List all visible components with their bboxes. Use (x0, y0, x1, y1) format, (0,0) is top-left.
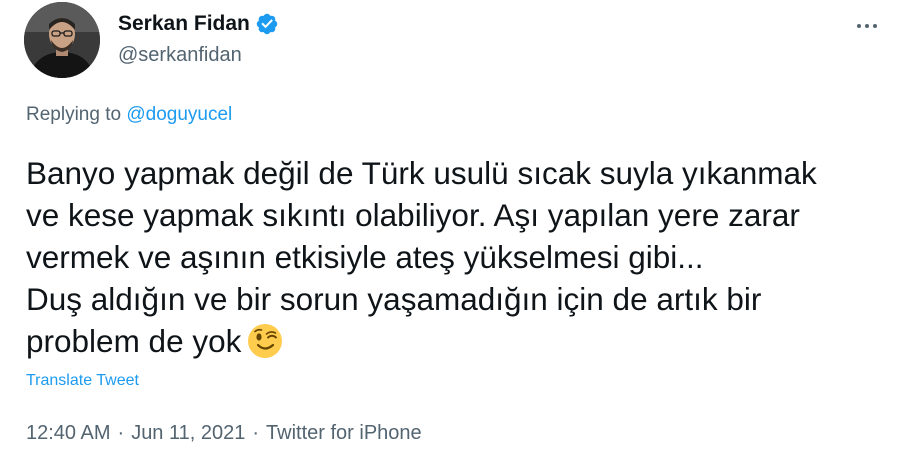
meta-separator: · (117, 422, 125, 444)
tweet-time[interactable]: 12:40 AM (26, 422, 111, 445)
author-name-row: Serkan Fidan (118, 10, 279, 38)
tweet-text-last-line: problem de yok (26, 320, 892, 362)
tweet-text-line: vermek ve aşının etkisiyle ateş yükselme… (26, 239, 704, 275)
tweet-text-line: problem de yok (26, 323, 242, 359)
avatar-photo (24, 2, 100, 78)
winking-face-emoji-icon (247, 323, 283, 359)
meta-separator: · (252, 422, 260, 444)
translate-tweet-link[interactable]: Translate Tweet (26, 372, 139, 390)
tweet-text-line: Banyo yapmak değil de Türk usulü sıcak s… (26, 155, 817, 191)
tweet-text-line: Duş aldığın ve bir sorun yaşamadığın içi… (26, 281, 762, 317)
verified-badge-icon (255, 12, 279, 36)
replying-to: Replying to @doguyucel (26, 104, 232, 126)
replying-to-label: Replying to (26, 104, 122, 125)
tweet-text-line: ve kese yapmak sıkıntı olabiliyor. Aşı y… (26, 197, 800, 233)
more-options-icon[interactable] (852, 14, 882, 38)
tweet-date[interactable]: Jun 11, 2021 (131, 422, 245, 445)
author-info: Serkan Fidan @serkanfidan (118, 10, 279, 67)
avatar[interactable] (24, 2, 100, 78)
replying-to-handle-link[interactable]: @doguyucel (126, 104, 232, 125)
tweet-metadata: 12:40 AM · Jun 11, 2021 · Twitter for iP… (26, 422, 422, 445)
tweet-source[interactable]: Twitter for iPhone (266, 422, 422, 445)
author-display-name[interactable]: Serkan Fidan (118, 12, 250, 36)
author-handle[interactable]: @serkanfidan (118, 44, 279, 67)
tweet: Serkan Fidan @serkanfidan Replying to @d… (0, 0, 900, 464)
tweet-text: Banyo yapmak değil de Türk usulü sıcak s… (26, 152, 892, 362)
